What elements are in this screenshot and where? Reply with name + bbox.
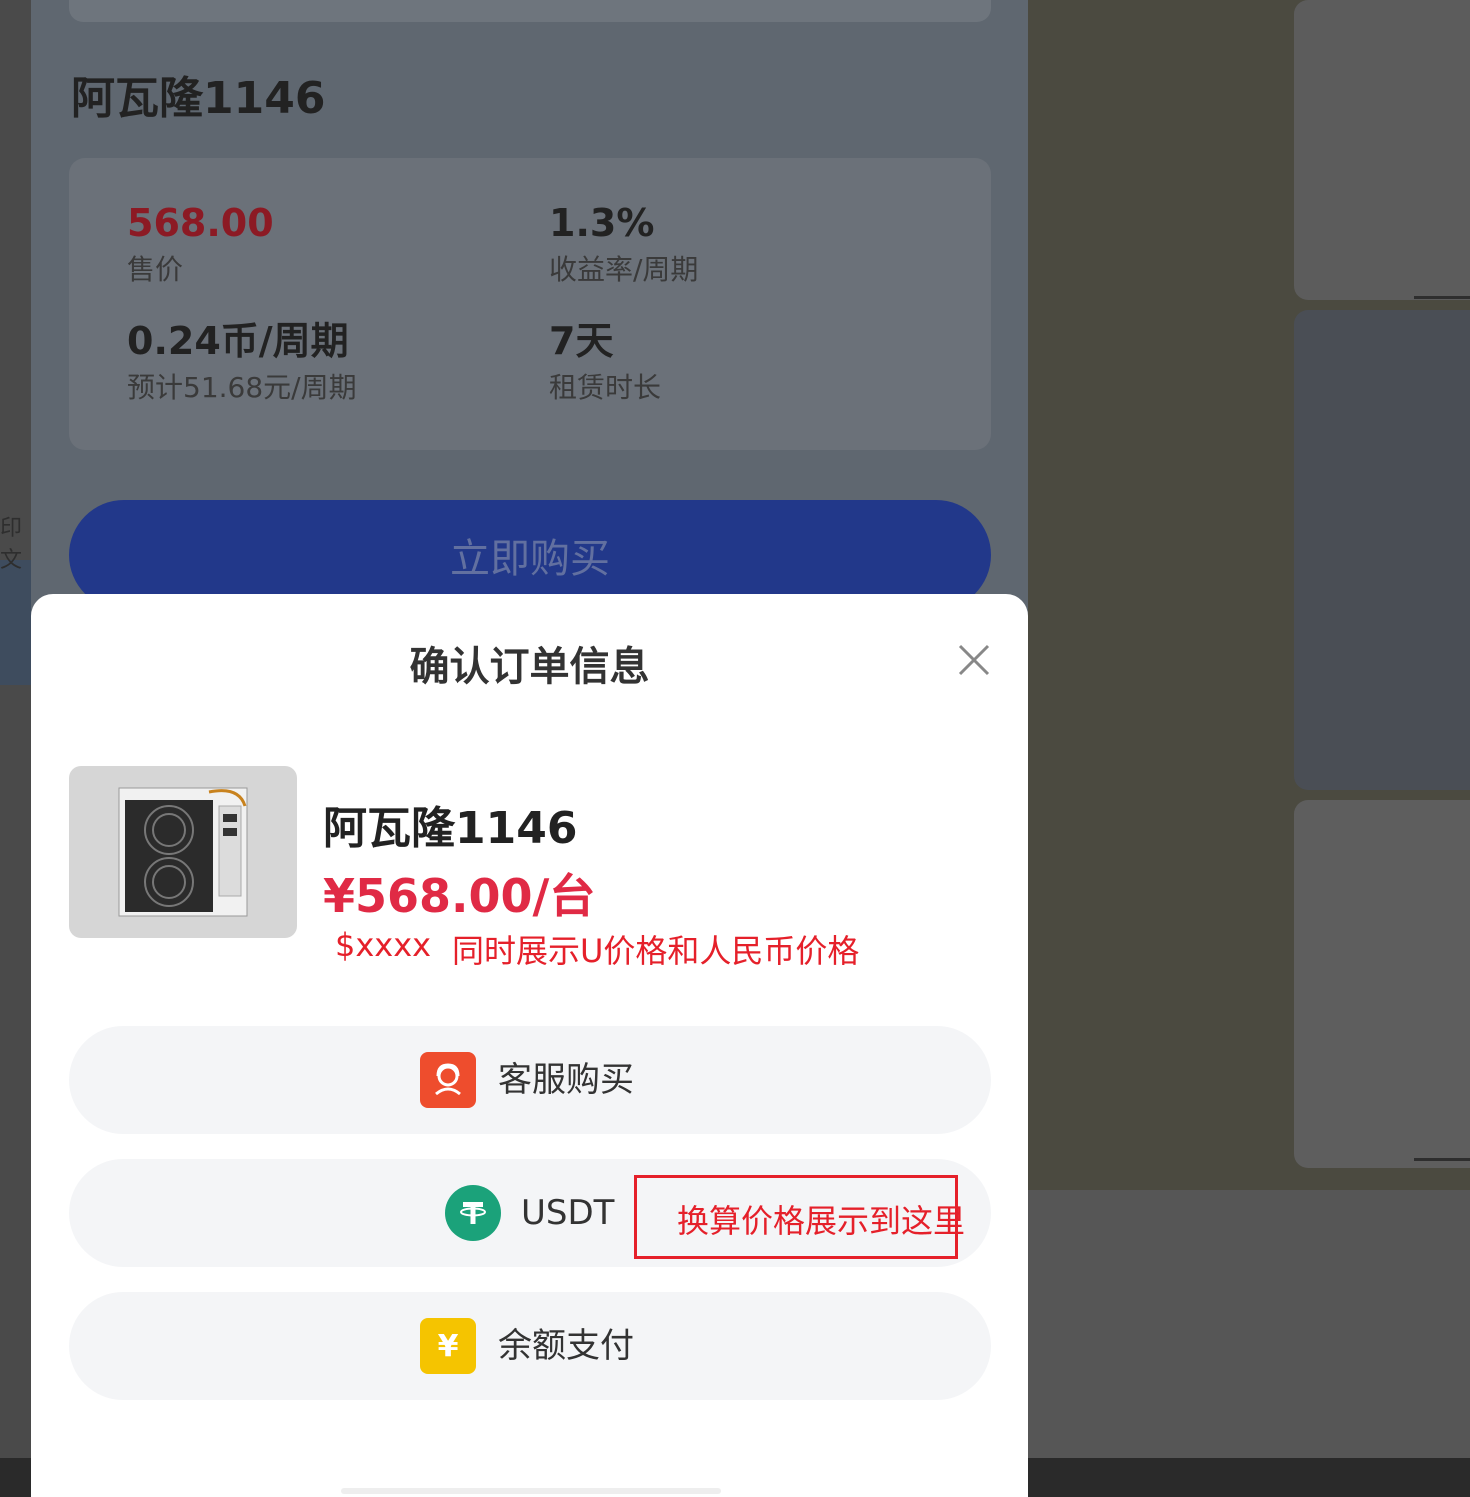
ghost-panel-bottom (1294, 800, 1470, 1168)
stat-value: 568.00 (127, 201, 274, 245)
ghost-panel-middle (1294, 310, 1470, 790)
pay-option-label: USDT (521, 1193, 615, 1233)
stat-value: 7天 (549, 319, 614, 363)
stat-value: 0.24币/周期 (127, 319, 349, 363)
stat-label: 预计51.68元/周期 (127, 371, 357, 404)
left-edge-text: 印文 (0, 516, 23, 573)
stat-output: 0.24币/周期 预计51.68元/周期 (127, 322, 357, 402)
product-name: 阿瓦隆1146 (323, 803, 578, 854)
ghost-home-indicator (1414, 296, 1470, 299)
stat-price: 568.00 售价 (127, 204, 274, 284)
stat-label: 收益率/周期 (549, 253, 699, 286)
stat-duration: 7天 租赁时长 (549, 322, 661, 402)
top-card (69, 0, 991, 22)
tether-icon (445, 1185, 501, 1241)
home-indicator (341, 1488, 721, 1494)
page-title: 阿瓦隆1146 (71, 73, 326, 124)
close-icon[interactable] (956, 642, 992, 678)
usdt-price-annotation-box: 换算价格展示到这里 (634, 1175, 965, 1259)
annotation-note: 同时展示U价格和人民币价格 (452, 932, 860, 970)
stat-label: 售价 (127, 253, 184, 286)
usd-price-annotation: $xxxx (335, 926, 432, 964)
product-image (69, 766, 297, 938)
pay-option-customer-service[interactable]: 客服购买 (69, 1026, 991, 1134)
stat-value: 1.3% (549, 201, 655, 245)
modal-title: 确认订单信息 (409, 644, 650, 690)
pay-option-label: 客服购买 (498, 1060, 634, 1100)
yuan-balance-icon: ¥ (420, 1318, 476, 1374)
customer-service-icon (420, 1052, 476, 1108)
stat-label: 租赁时长 (549, 371, 662, 404)
left-edge-strip: 印文 (0, 0, 31, 1497)
pay-option-balance[interactable]: ¥ 余额支付 (69, 1292, 991, 1400)
pay-option-label: 余额支付 (498, 1326, 634, 1366)
ghost-home-indicator (1414, 1158, 1470, 1161)
miner-device-image (118, 787, 248, 917)
usdt-price-annotation: 换算价格展示到这里 (677, 1202, 966, 1240)
confirm-order-modal: 确认订单信息 阿瓦隆1146 ¥568.00/台 $xxxx 同时展示U价格和人… (31, 594, 1028, 1497)
stats-card: 568.00 售价 1.3% 收益率/周期 0.24币/周期 预计51.68元/… (69, 158, 991, 450)
product-price: ¥568.00/台 (323, 869, 596, 923)
ghost-panel-top (1294, 0, 1470, 300)
stat-yield: 1.3% 收益率/周期 (549, 204, 698, 284)
product-detail-page: 阿瓦隆1146 568.00 售价 1.3% 收益率/周期 0.24币/周期 预… (31, 0, 1028, 620)
